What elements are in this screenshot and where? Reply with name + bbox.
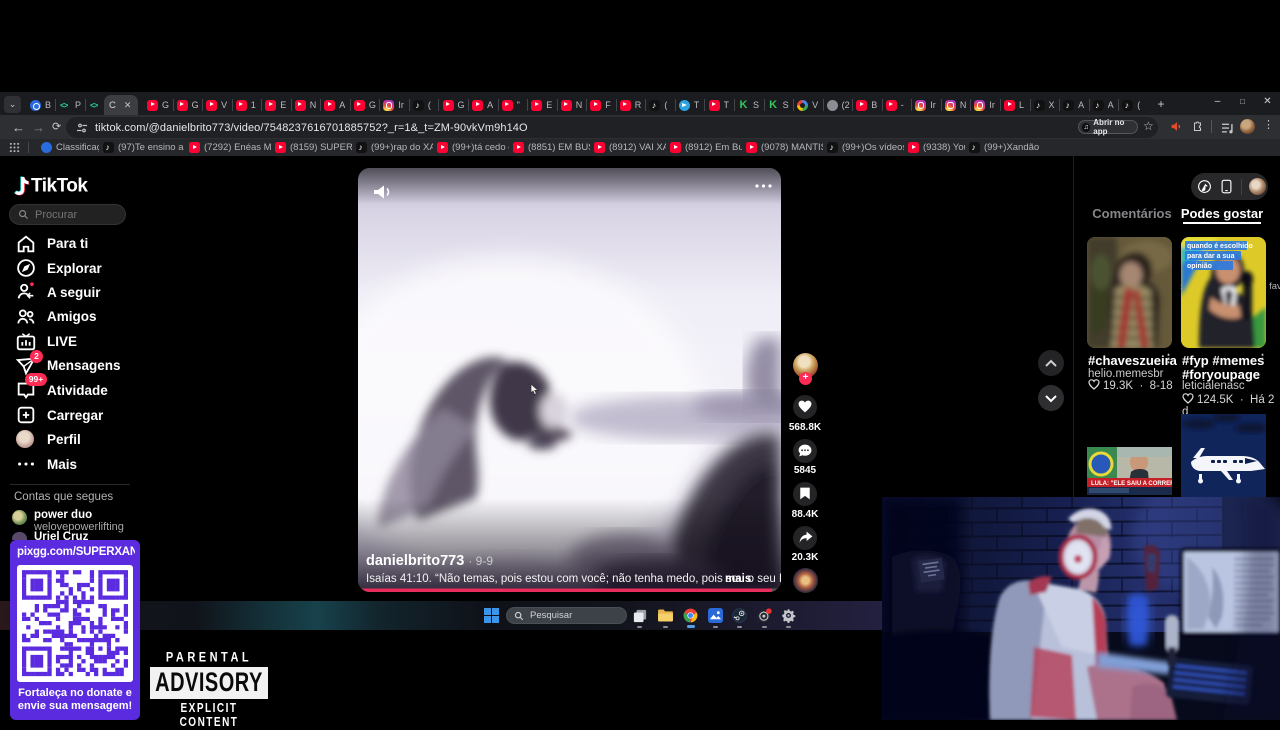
- svg-text:mais: mais: [725, 573, 751, 585]
- svg-text:para dar a sua: para dar a sua: [1187, 253, 1235, 260]
- svg-text:LULA: "ELE SAIU A CORRER COM T: LULA: "ELE SAIU A CORRER COM TODO MU: [1091, 481, 1172, 487]
- svg-text:TikTok: TikTok: [31, 176, 88, 197]
- svg-text:danielbrito773 · 9-9: danielbrito773 · 9-9: [366, 553, 493, 569]
- svg-text:quando é escolhido: quando é escolhido: [1187, 243, 1253, 250]
- svg-text:opinião: opinião: [1187, 263, 1212, 270]
- svg-text:Isaías 41:10. “Não temas, pois: Isaías 41:10. “Não temas, pois estou com…: [366, 573, 781, 585]
